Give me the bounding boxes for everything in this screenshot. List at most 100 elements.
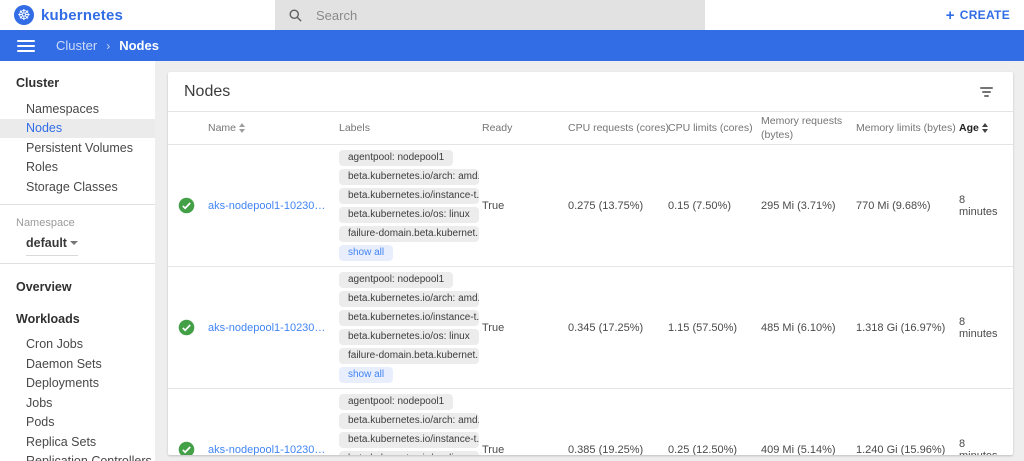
breadcrumb-cluster[interactable]: Cluster <box>56 38 97 53</box>
label-chip: agentpool: nodepool1 <box>339 272 453 288</box>
node-name-link[interactable]: aks-nodepool1-10230590-vm… <box>208 322 339 334</box>
breadcrumb: Cluster › Nodes <box>56 38 159 53</box>
status-ok-icon <box>178 441 195 455</box>
page-title: Nodes <box>184 83 230 101</box>
sort-icon <box>982 123 988 133</box>
ready-value: True <box>482 322 568 334</box>
age-value: 8 minutes <box>959 438 1013 455</box>
status-ok-icon <box>178 197 195 214</box>
sidebar-item-pods[interactable]: Pods <box>0 413 155 433</box>
sidebar-item-replica-sets[interactable]: Replica Sets <box>0 432 155 452</box>
cpu-requests-value: 0.275 (13.75%) <box>568 200 668 212</box>
label-chip: beta.kubernetes.io/arch: amd. <box>339 291 479 307</box>
show-all-button[interactable]: show all <box>339 245 393 261</box>
hamburger-menu-icon[interactable] <box>17 37 35 55</box>
label-chip: beta.kubernetes.io/instance-t. <box>339 432 479 448</box>
sort-icon <box>239 123 245 133</box>
label-chip: beta.kubernetes.io/os: linux <box>339 207 479 223</box>
memory-limits-value: 1.318 Gi (16.97%) <box>856 322 959 334</box>
card-header: Nodes <box>168 72 1013 112</box>
label-chip: agentpool: nodepool1 <box>339 394 453 410</box>
sidebar-item-namespaces[interactable]: Namespaces <box>0 99 155 119</box>
sidebar-item-cron-jobs[interactable]: Cron Jobs <box>0 335 155 355</box>
column-header-memory-limits: Memory limits (bytes) <box>856 122 959 134</box>
node-name-link[interactable]: aks-nodepool1-10230590-vm… <box>208 200 339 212</box>
labels-cell: agentpool: nodepool1 beta.kubernetes.io/… <box>339 394 482 455</box>
filter-icon[interactable] <box>976 81 997 103</box>
label-chip: beta.kubernetes.io/os: linux <box>339 329 479 345</box>
memory-requests-value: 295 Mi (3.71%) <box>761 200 856 212</box>
cpu-limits-value: 0.15 (7.50%) <box>668 200 761 212</box>
kubernetes-logo[interactable]: ☸ kubernetes <box>14 5 123 25</box>
namespace-select[interactable]: default <box>26 236 78 256</box>
labels-cell: agentpool: nodepool1 beta.kubernetes.io/… <box>339 272 482 383</box>
search-bar[interactable] <box>275 0 705 30</box>
column-header-ready: Ready <box>482 122 568 134</box>
page-body: Cluster Namespaces Nodes Persistent Volu… <box>0 61 1024 461</box>
memory-requests-value: 485 Mi (6.10%) <box>761 322 856 334</box>
cpu-requests-value: 0.345 (17.25%) <box>568 322 668 334</box>
column-header-cpu-limits: CPU limits (cores) <box>668 122 761 134</box>
ready-value: True <box>482 444 568 455</box>
kubernetes-wheel-icon: ☸ <box>14 5 34 25</box>
sidebar-item-daemon-sets[interactable]: Daemon Sets <box>0 354 155 374</box>
search-input[interactable] <box>316 8 646 23</box>
namespace-select-value: default <box>26 236 67 250</box>
create-button-label: CREATE <box>960 8 1010 22</box>
sidebar-item-persistent-volumes[interactable]: Persistent Volumes <box>0 138 155 158</box>
search-icon <box>288 8 303 23</box>
table-row: aks-nodepool1-10230590-vm… agentpool: no… <box>168 389 1013 455</box>
top-app-bar: ☸ kubernetes + CREATE <box>0 0 1024 30</box>
memory-limits-value: 770 Mi (9.68%) <box>856 200 959 212</box>
age-value: 8 minutes <box>959 316 1013 340</box>
chevron-down-icon <box>70 241 78 245</box>
column-header-memory-requests: Memory requests (bytes) <box>761 114 856 142</box>
main-content: Nodes Name Labels Ready CPU requests (co… <box>155 61 1024 461</box>
sidebar-section-workloads[interactable]: Workloads <box>0 303 155 335</box>
table-header-row: Name Labels Ready CPU requests (cores) C… <box>168 112 1013 145</box>
label-chip: failure-domain.beta.kubernet.. <box>339 348 479 364</box>
sidebar-item-overview[interactable]: Overview <box>0 271 155 303</box>
label-chip: beta.kubernetes.io/instance-t. <box>339 188 479 204</box>
show-all-button[interactable]: show all <box>339 367 393 383</box>
logo-text: kubernetes <box>41 7 123 24</box>
sidebar: Cluster Namespaces Nodes Persistent Volu… <box>0 61 155 461</box>
memory-requests-value: 409 Mi (5.14%) <box>761 444 856 455</box>
sidebar-item-deployments[interactable]: Deployments <box>0 374 155 394</box>
sidebar-item-roles[interactable]: Roles <box>0 158 155 178</box>
age-value: 8 minutes <box>959 194 1013 218</box>
memory-limits-value: 1.240 Gi (15.96%) <box>856 444 959 455</box>
table-row: aks-nodepool1-10230590-vm… agentpool: no… <box>168 267 1013 389</box>
sidebar-item-jobs[interactable]: Jobs <box>0 393 155 413</box>
breadcrumb-current: Nodes <box>119 38 159 53</box>
label-chip: beta.kubernetes.io/instance-t. <box>339 310 479 326</box>
status-ok-icon <box>178 319 195 336</box>
label-chip: beta.kubernetes.io/arch: amd. <box>339 413 479 429</box>
chevron-right-icon: › <box>106 39 110 53</box>
cpu-limits-value: 0.25 (12.50%) <box>668 444 761 455</box>
sidebar-divider <box>0 204 155 205</box>
cpu-limits-value: 1.15 (57.50%) <box>668 322 761 334</box>
sidebar-item-replication-controllers[interactable]: Replication Controllers <box>0 452 155 461</box>
sidebar-item-storage-classes[interactable]: Storage Classes <box>0 177 155 197</box>
label-chip: beta.kubernetes.io/arch: amd. <box>339 169 479 185</box>
sidebar-divider <box>0 263 155 264</box>
labels-cell: agentpool: nodepool1 beta.kubernetes.io/… <box>339 150 482 261</box>
create-button[interactable]: + CREATE <box>946 0 1010 30</box>
column-header-age[interactable]: Age <box>959 122 1013 134</box>
plus-icon: + <box>946 8 955 23</box>
column-header-name[interactable]: Name <box>208 122 339 134</box>
node-name-link[interactable]: aks-nodepool1-10230590-vm… <box>208 444 339 455</box>
label-chip: agentpool: nodepool1 <box>339 150 453 166</box>
sidebar-item-nodes[interactable]: Nodes <box>0 119 155 139</box>
cpu-requests-value: 0.385 (19.25%) <box>568 444 668 455</box>
column-header-labels: Labels <box>339 122 482 134</box>
label-chip: beta.kubernetes.io/os: linux <box>339 451 479 455</box>
nodes-card: Nodes Name Labels Ready CPU requests (co… <box>168 72 1013 455</box>
toolbar: Cluster › Nodes <box>0 30 1024 61</box>
sidebar-section-cluster[interactable]: Cluster <box>0 67 155 99</box>
label-chip: failure-domain.beta.kubernet.. <box>339 226 479 242</box>
ready-value: True <box>482 200 568 212</box>
column-header-cpu-requests: CPU requests (cores) <box>568 122 668 134</box>
namespace-label: Namespace <box>0 212 155 231</box>
